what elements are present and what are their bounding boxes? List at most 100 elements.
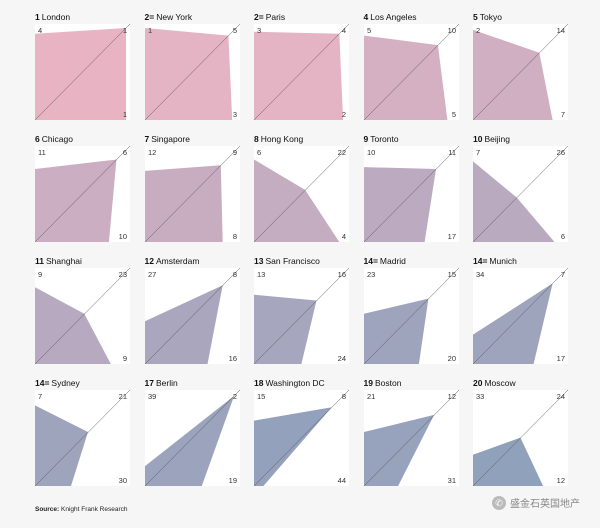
corner-rank-label: 30 — [119, 476, 127, 485]
corner-rank-label: 12 — [447, 392, 455, 401]
city-panel: 13 San Francisco 13 16 24 — [253, 254, 350, 365]
corner-rank-label: 14 — [557, 26, 565, 35]
corner-rank-label: 33 — [476, 392, 484, 401]
city-rank: 14= — [35, 378, 50, 388]
corner-rank-label: 16 — [338, 270, 346, 279]
city-title: 7 Singapore — [145, 132, 240, 146]
corner-rank-label: 12 — [557, 476, 565, 485]
city-panel: 14= Sydney 7 21 30 — [34, 376, 131, 487]
corner-rank-label: 10 — [447, 26, 455, 35]
city-rank: 8 — [254, 134, 259, 144]
small-multiples-grid: 1 London 4 1 1 2= New York 1 5 3 2= Paris 3 4 2 4 Los An… — [34, 10, 580, 496]
corner-rank-label: 9 — [38, 270, 42, 279]
city-name: Paris — [265, 12, 286, 22]
city-title: 14= Madrid — [364, 254, 459, 268]
city-panel: 1 London 4 1 1 — [34, 10, 131, 121]
corner-rank-label: 11 — [448, 148, 456, 157]
city-panel: 12 Amsterdam 27 8 16 — [144, 254, 240, 365]
corner-rank-label: 5 — [367, 26, 371, 35]
corner-rank-label: 27 — [148, 270, 156, 279]
corner-rank-label: 7 — [38, 392, 42, 401]
corner-rank-label: 11 — [38, 148, 46, 157]
city-panel: 5 Tokyo 2 14 7 — [472, 10, 569, 121]
city-title: 19 Boston — [364, 376, 459, 390]
city-panel: 14= Munich 34 7 17 — [472, 254, 569, 365]
corner-rank-label: 3 — [257, 26, 261, 35]
city-panel: 17 Berlin 39 2 19 — [144, 376, 240, 487]
city-panel: 19 Boston 21 12 31 — [363, 376, 459, 487]
city-panel: 2= New York 1 5 3 — [144, 10, 240, 121]
corner-rank-label: 10 — [119, 232, 127, 241]
city-rank: 12 — [144, 256, 154, 266]
corner-rank-label: 44 — [338, 476, 346, 485]
city-title: 14= Munich — [473, 254, 568, 268]
corner-rank-label: 2 — [476, 26, 480, 35]
city-name: Washington DC — [265, 378, 325, 388]
city-chart: 2 14 7 — [472, 23, 569, 121]
watermark-text: 盛金石英国地产 — [510, 499, 580, 510]
corner-rank-label: 23 — [367, 270, 375, 279]
corner-rank-label: 1 — [123, 26, 127, 35]
city-panel: 8 Hong Kong 6 22 4 — [253, 132, 350, 243]
city-rank: 5 — [473, 12, 478, 22]
corner-rank-label: 2 — [342, 110, 346, 119]
city-rank: 18 — [254, 378, 264, 388]
corner-rank-label: 4 — [342, 26, 346, 35]
corner-rank-label: 26 — [557, 148, 565, 157]
city-name: Munich — [489, 256, 517, 266]
city-panel: 9 Toronto 10 11 17 — [363, 132, 459, 243]
city-rank: 4 — [363, 12, 369, 22]
city-rank: 14= — [473, 256, 488, 266]
corner-rank-label: 6 — [123, 148, 127, 157]
corner-rank-label: 15 — [447, 270, 455, 279]
city-title: 6 Chicago — [35, 132, 130, 146]
corner-rank-label: 21 — [119, 392, 127, 401]
corner-rank-label: 4 — [38, 26, 42, 35]
source-note: Source: Knight Frank Research — [35, 506, 128, 513]
corner-rank-label: 8 — [232, 232, 236, 241]
city-name: Boston — [374, 378, 402, 388]
city-name: San Francisco — [265, 256, 320, 266]
corner-rank-label: 16 — [228, 354, 236, 363]
city-rank: 11 — [35, 256, 44, 266]
rank-shape — [144, 28, 232, 120]
corner-rank-label: 1 — [148, 26, 152, 35]
city-name: Chicago — [41, 134, 73, 144]
corner-rank-label: 7 — [561, 110, 565, 119]
city-title: 5 Tokyo — [473, 10, 568, 24]
city-name: London — [41, 12, 71, 22]
city-name: Tokyo — [479, 12, 502, 22]
corner-rank-label: 34 — [476, 270, 484, 279]
corner-rank-label: 23 — [119, 270, 127, 279]
city-chart: 21 12 31 — [363, 389, 459, 487]
corner-rank-label: 10 — [367, 148, 375, 157]
city-chart: 9 23 9 — [34, 267, 131, 365]
city-title: 10 Beijing — [473, 132, 568, 146]
city-title: 11 Shanghai — [35, 254, 130, 268]
city-rank: 7 — [144, 134, 150, 144]
corner-rank-label: 7 — [476, 148, 480, 157]
city-name: Singapore — [151, 134, 190, 144]
source-text: Knight Frank Research — [61, 506, 128, 513]
city-chart: 11 6 10 — [34, 145, 131, 243]
city-name: Amsterdam — [155, 256, 200, 266]
corner-rank-label: 8 — [342, 392, 346, 401]
city-name: Berlin — [155, 378, 178, 388]
city-chart: 15 8 44 — [253, 389, 350, 487]
city-rank: 14= — [363, 256, 378, 266]
city-rank: 13 — [254, 256, 264, 266]
corner-rank-label: 22 — [338, 148, 346, 157]
city-name: Sydney — [51, 378, 80, 388]
city-title: 8 Hong Kong — [254, 132, 349, 146]
city-title: 1 London — [35, 10, 130, 24]
city-chart: 6 22 4 — [253, 145, 350, 243]
corner-rank-label: 13 — [257, 270, 265, 279]
city-panel: 14= Madrid 23 15 20 — [363, 254, 459, 365]
city-chart: 7 26 6 — [472, 145, 569, 243]
corner-rank-label: 39 — [148, 392, 156, 401]
corner-rank-label: 19 — [228, 476, 236, 485]
city-chart: 39 2 19 — [144, 389, 240, 487]
city-rank: 19 — [363, 378, 373, 388]
city-rank: 2= — [254, 12, 264, 22]
city-rank: 6 — [35, 134, 40, 144]
